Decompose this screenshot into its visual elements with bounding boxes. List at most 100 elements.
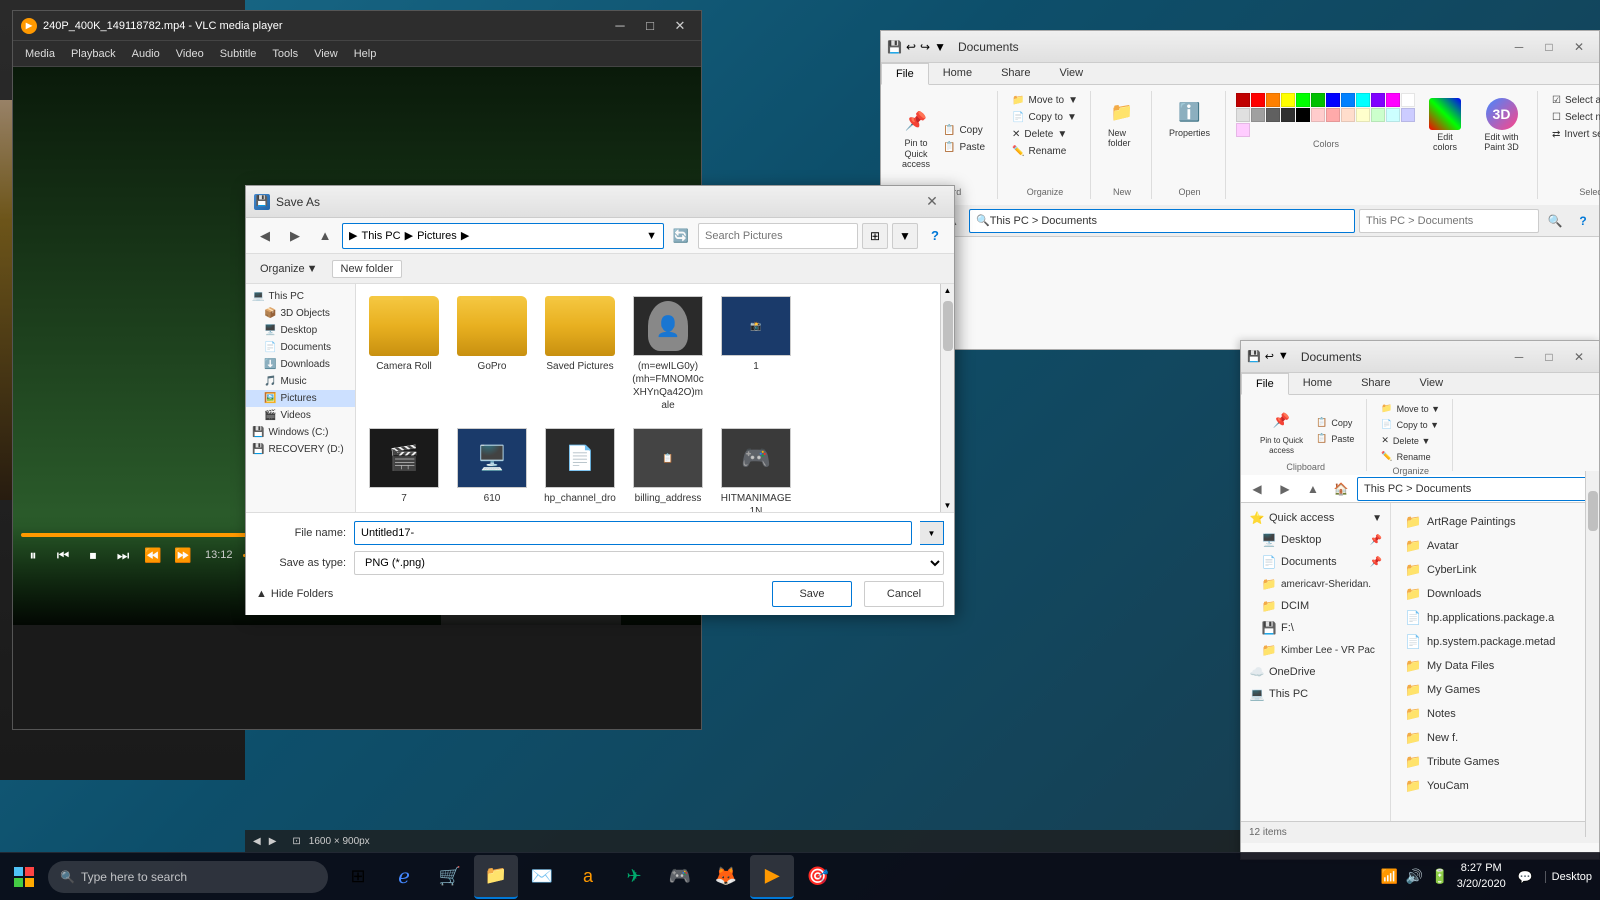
paint-maximize-button[interactable]: □ bbox=[1535, 36, 1563, 58]
color-cell-orange[interactable] bbox=[1266, 93, 1280, 107]
color-cell-lime[interactable] bbox=[1296, 93, 1310, 107]
savetype-select[interactable]: PNG (*.png) JPEG (*.jpg) BMP (*.bmp) bbox=[354, 551, 944, 575]
dialog-scroll-down[interactable]: ▼ bbox=[942, 499, 954, 512]
image-screenshot-thumb[interactable]: 📸 1 bbox=[716, 292, 796, 416]
dialog-view-button[interactable]: ⊞ bbox=[862, 223, 888, 249]
taskbar-volume-icon[interactable]: 🔊 bbox=[1406, 868, 1423, 885]
dialog-nav-documents[interactable]: 📄 Documents bbox=[246, 339, 355, 356]
undo-icon[interactable]: ↩ bbox=[906, 40, 916, 54]
secondary-nav-americavr[interactable]: 📁 americavr-Sheridan. bbox=[1241, 573, 1390, 595]
color-cell-blue[interactable] bbox=[1326, 93, 1340, 107]
color-cell-pink[interactable] bbox=[1326, 108, 1340, 122]
secondary-nav-quick-access[interactable]: ⭐ Quick access ▼ bbox=[1241, 507, 1390, 529]
color-cell-pinklight[interactable] bbox=[1311, 108, 1325, 122]
color-cell-lightgray[interactable] bbox=[1236, 108, 1250, 122]
dialog-nav-desktop[interactable]: 🖥️ Desktop bbox=[246, 322, 355, 339]
show-desktop-button[interactable]: Desktop bbox=[1545, 871, 1592, 883]
vlc-menu-video[interactable]: Video bbox=[168, 46, 212, 62]
secondary-scrollbar[interactable] bbox=[1585, 471, 1599, 837]
copy-to-button[interactable]: 📄 Copy to ▼ bbox=[1008, 110, 1082, 125]
invert-selection-button[interactable]: ⇄ Invert selection bbox=[1548, 127, 1600, 142]
secondary-scroll-thumb[interactable] bbox=[1588, 491, 1598, 531]
color-cell-nearblack[interactable] bbox=[1281, 108, 1295, 122]
secondary-nav-desktop[interactable]: 🖥️ Desktop 📌 bbox=[1241, 529, 1390, 551]
secondary-customize-icon[interactable]: ▼ bbox=[1278, 350, 1289, 363]
secondary-close-button[interactable]: ✕ bbox=[1565, 346, 1593, 368]
taskbar-search-box[interactable]: 🔍 Type here to search bbox=[48, 861, 328, 893]
secondary-minimize-button[interactable]: ─ bbox=[1505, 346, 1533, 368]
color-cell-lightpink[interactable] bbox=[1236, 123, 1250, 137]
secondary-tab-home[interactable]: Home bbox=[1289, 373, 1347, 394]
image-hitman-thumb[interactable]: 🎮 HITMANIMAGE1N bbox=[716, 424, 796, 512]
file-downloads[interactable]: 📁 Downloads bbox=[1399, 583, 1591, 605]
select-all-button[interactable]: ☑ Select all bbox=[1548, 93, 1600, 108]
taskbar-amazon-button[interactable]: a bbox=[566, 855, 610, 899]
customize-icon[interactable]: ▼ bbox=[934, 40, 946, 54]
search-button[interactable]: 🔍 bbox=[1543, 209, 1567, 233]
file-youcam[interactable]: 📁 YouCam bbox=[1399, 775, 1591, 797]
folder-camera-roll[interactable]: Camera Roll bbox=[364, 292, 444, 416]
vlc-close-button[interactable]: ✕ bbox=[667, 15, 693, 37]
secondary-nav-kimber[interactable]: 📁 Kimber Lee - VR Pac bbox=[1241, 639, 1390, 661]
hide-folders-button[interactable]: ▲ Hide Folders bbox=[256, 588, 333, 600]
start-button[interactable] bbox=[0, 853, 48, 900]
color-cell-cyan[interactable] bbox=[1356, 93, 1370, 107]
vlc-menu-audio[interactable]: Audio bbox=[124, 46, 168, 62]
secondary-tab-file[interactable]: File bbox=[1241, 373, 1289, 395]
vlc-prev-button[interactable]: ⏮ bbox=[51, 543, 75, 567]
dialog-nav-recovery[interactable]: 💾 RECOVERY (D:) bbox=[246, 441, 355, 458]
paint-tab-home[interactable]: Home bbox=[929, 63, 987, 84]
taskbar-battery-icon[interactable]: 🔋 bbox=[1431, 868, 1448, 885]
taskbar-tripadvisor-button[interactable]: ✈ bbox=[612, 855, 656, 899]
vlc-slower-button[interactable]: ⏪ bbox=[141, 543, 165, 567]
color-cell-red[interactable] bbox=[1251, 93, 1265, 107]
secondary-rename-button[interactable]: ✏️ Rename bbox=[1377, 449, 1444, 464]
dialog-refresh-button[interactable]: 🔄 bbox=[668, 223, 694, 249]
image-hp-thumb[interactable]: 📄 hp_channel_dro bbox=[540, 424, 620, 512]
color-cell-lightgreen[interactable] bbox=[1371, 108, 1385, 122]
secondary-moveto-button[interactable]: 📁 Move to ▼ bbox=[1377, 401, 1444, 416]
dialog-scrollbar[interactable]: ▲ ▼ bbox=[940, 284, 954, 512]
vlc-minimize-button[interactable]: ─ bbox=[607, 15, 633, 37]
secondary-tab-share[interactable]: Share bbox=[1347, 373, 1405, 394]
move-to-button[interactable]: 📁 Move to ▼ bbox=[1008, 93, 1082, 108]
file-tribute[interactable]: 📁 Tribute Games bbox=[1399, 751, 1591, 773]
secondary-save-icon[interactable]: 💾 bbox=[1247, 350, 1261, 363]
taskbar-mail-button[interactable]: ✉️ bbox=[520, 855, 564, 899]
screen-nav-btn[interactable]: ◀ bbox=[253, 836, 261, 847]
taskbar-store-button[interactable]: 🛒 bbox=[428, 855, 472, 899]
color-cell-purple[interactable] bbox=[1371, 93, 1385, 107]
filename-dropdown-arrow[interactable]: ▼ bbox=[920, 521, 944, 545]
address-path-bar[interactable]: 🔍 This PC > Documents bbox=[969, 209, 1355, 233]
color-cell-lightcyan[interactable] bbox=[1386, 108, 1400, 122]
secondary-nav-onedrive[interactable]: ☁️ OneDrive bbox=[1241, 661, 1390, 683]
secondary-undo-icon[interactable]: ↩ bbox=[1265, 350, 1274, 363]
secondary-nav-thispc[interactable]: 💻 This PC bbox=[1241, 683, 1390, 705]
taskbar-app6-button[interactable]: 🎮 bbox=[658, 855, 702, 899]
paint-tab-view[interactable]: View bbox=[1045, 63, 1098, 84]
secondary-addr-path[interactable]: This PC > Documents bbox=[1357, 477, 1595, 501]
dialog-up-button[interactable]: ▲ bbox=[312, 223, 338, 249]
color-cell-yellow[interactable] bbox=[1281, 93, 1295, 107]
folder-saved-pictures[interactable]: Saved Pictures bbox=[540, 292, 620, 416]
rename-button[interactable]: ✏️ Rename bbox=[1008, 144, 1082, 159]
dialog-search-input[interactable] bbox=[698, 223, 858, 249]
taskbar-network-icon[interactable]: 📶 bbox=[1380, 868, 1397, 885]
taskbar-clock[interactable]: 8:27 PM 3/20/2020 bbox=[1457, 861, 1506, 892]
edit-paint3d-button[interactable]: 3D Edit with Paint 3D bbox=[1474, 93, 1529, 157]
secondary-paste-button[interactable]: 📋 Paste bbox=[1312, 431, 1358, 446]
save-icon[interactable]: 💾 bbox=[887, 40, 902, 54]
properties-button[interactable]: ℹ️ Properties bbox=[1162, 93, 1217, 143]
secondary-pin-button[interactable]: 📌 Pin to Quickaccess bbox=[1253, 401, 1310, 460]
file-hp-system[interactable]: 📄 hp.system.package.metad bbox=[1399, 631, 1591, 653]
folder-gopro[interactable]: GoPro bbox=[452, 292, 532, 416]
file-mydata[interactable]: 📁 My Data Files bbox=[1399, 655, 1591, 677]
taskbar-explorer-button[interactable]: 📁 bbox=[474, 855, 518, 899]
filename-input[interactable] bbox=[354, 521, 912, 545]
select-none-button[interactable]: ☐ Select none bbox=[1548, 110, 1600, 125]
dialog-nav-3dobjects[interactable]: 📦 3D Objects bbox=[246, 305, 355, 322]
color-cell-darkred[interactable] bbox=[1236, 93, 1250, 107]
secondary-nav-documents[interactable]: 📄 Documents 📌 bbox=[1241, 551, 1390, 573]
dialog-addr-input[interactable] bbox=[473, 230, 642, 242]
vlc-menu-subtitle[interactable]: Subtitle bbox=[212, 46, 265, 62]
